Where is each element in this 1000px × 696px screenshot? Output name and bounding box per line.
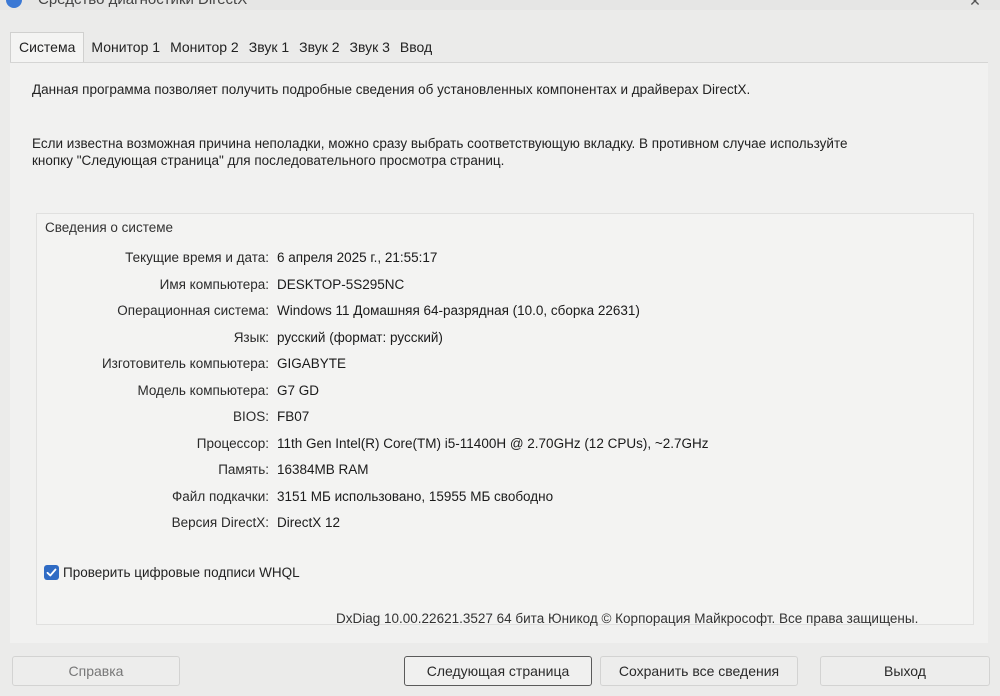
checkmark-icon	[46, 568, 57, 577]
info-label: Файл подкачки:	[172, 488, 269, 504]
system-info-title: Сведения о системе	[45, 220, 174, 235]
info-label: Память:	[218, 462, 269, 477]
info-value: GIGABYTE	[277, 356, 347, 371]
info-label: Операционная система:	[117, 303, 269, 318]
directx-app-icon	[6, 0, 22, 8]
info-label: BIOS:	[232, 409, 269, 424]
info-label: Модель компьютера:	[137, 382, 269, 398]
info-label: Язык:	[233, 329, 269, 345]
info-value: DirectX 12	[277, 515, 341, 530]
info-label: Изготовитель компьютера:	[101, 356, 269, 371]
tab-monitor-2[interactable]: Монитор 2	[165, 32, 244, 62]
info-value: G7 GD	[277, 382, 320, 398]
intro-text-line-3: кнопку "Следующая страница" для последов…	[32, 153, 505, 168]
info-value: 3151 МБ использовано, 15955 МБ свободно	[277, 488, 554, 504]
system-info-group: Сведения о системе Текущие время и дата:…	[36, 213, 974, 625]
tab-sound-3[interactable]: Звук 3	[345, 32, 395, 62]
info-value: FB07	[277, 409, 310, 424]
copyright-text: DxDiag 10.00.22621.3527 64 бита Юникод ©…	[336, 611, 919, 626]
intro-text-line-1: Данная программа позволяет получить подр…	[32, 82, 751, 97]
tab-bar: Система Монитор 1 Монитор 2 Звук 1 Звук …	[10, 32, 437, 63]
tab-system[interactable]: Система	[10, 32, 85, 63]
help-button[interactable]: Справка	[12, 656, 180, 686]
info-value: 11th Gen Intel(R) Core(TM) i5-11400H @ 2…	[277, 435, 709, 451]
whql-checkbox-label[interactable]: Проверить цифровые подписи WHQL	[63, 565, 300, 580]
exit-button[interactable]: Выход	[820, 656, 990, 686]
title-bar: Средство диагностики DirectX ✕	[0, 0, 1000, 10]
info-value: DESKTOP-5S295NC	[277, 276, 405, 292]
info-value: 6 апреля 2025 г., 21:55:17	[277, 250, 438, 265]
tab-sound-2[interactable]: Звук 2	[294, 32, 344, 62]
info-label: Версия DirectX:	[171, 515, 269, 530]
whql-checkbox[interactable]	[44, 565, 59, 580]
window-title: Средство диагностики DirectX	[38, 0, 247, 8]
info-label: Процессор:	[196, 435, 269, 451]
info-value: русский (формат: русский)	[277, 329, 443, 345]
info-value: 16384MB RAM	[277, 462, 369, 477]
tab-sound-1[interactable]: Звук 1	[244, 32, 294, 62]
tab-monitor-1[interactable]: Монитор 1	[86, 32, 165, 62]
tab-input[interactable]: Ввод	[395, 32, 437, 62]
save-all-info-button[interactable]: Сохранить все сведения	[600, 656, 798, 686]
info-label: Текущие время и дата:	[125, 250, 269, 265]
info-label: Имя компьютера:	[159, 276, 269, 292]
whql-check[interactable]: Проверить цифровые подписи WHQL	[44, 565, 300, 580]
info-value: Windows 11 Домашняя 64-разрядная (10.0, …	[277, 303, 640, 318]
intro-text-line-2: Если известна возможная причина неполадк…	[32, 136, 848, 151]
system-tab-panel: Данная программа позволяет получить подр…	[10, 62, 988, 643]
next-page-button[interactable]: Следующая страница	[404, 656, 592, 686]
close-button[interactable]: ✕	[960, 0, 990, 8]
